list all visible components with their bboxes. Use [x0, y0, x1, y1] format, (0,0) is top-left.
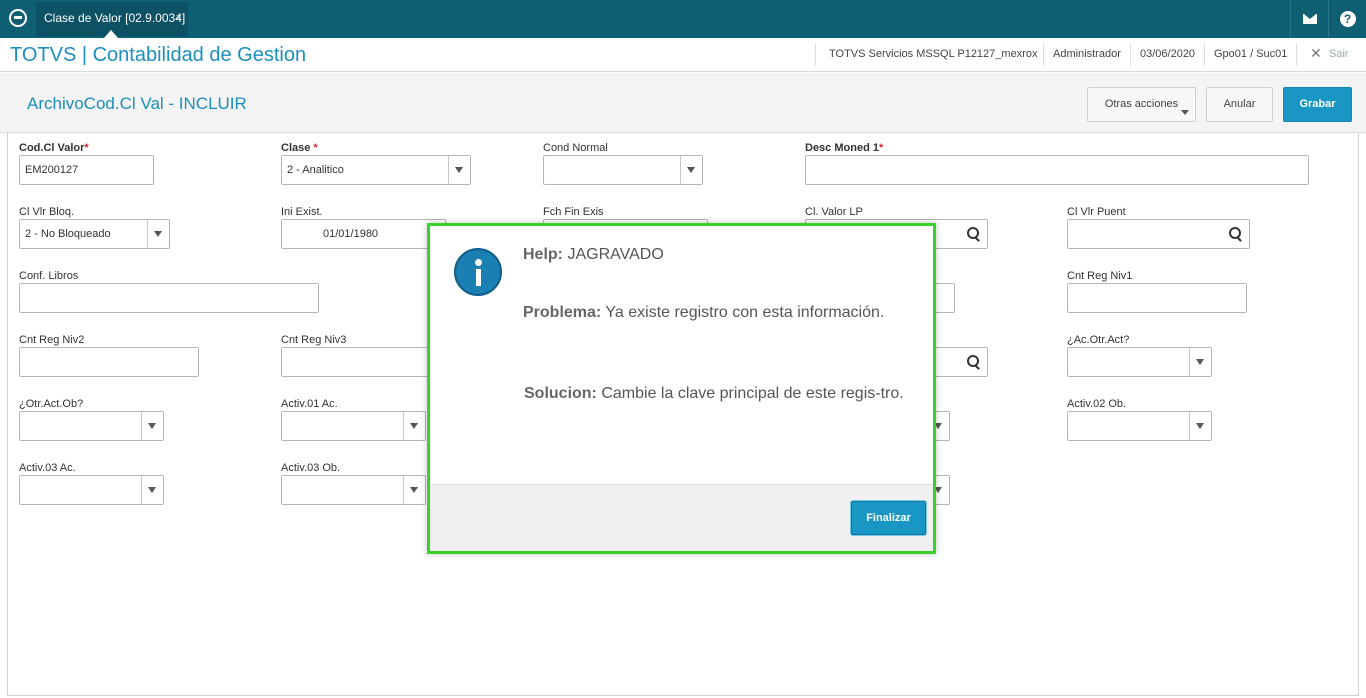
- activ03-ob-label: Activ.03 Ob.: [281, 462, 341, 474]
- search-icon[interactable]: [967, 227, 981, 241]
- chevron-down-icon[interactable]: [448, 156, 470, 184]
- activ02-ob-select[interactable]: [1067, 411, 1212, 441]
- mail-icon: [1302, 14, 1317, 24]
- chevron-down-icon[interactable]: [141, 412, 163, 440]
- cl-vlr-bloq-value: 2 - No Bloqueado: [25, 228, 111, 240]
- help-button[interactable]: ?: [1328, 0, 1366, 38]
- date-info[interactable]: 03/06/2020: [1140, 48, 1195, 60]
- otr-act-ob-label: ¿Otr.Act.Ob?: [19, 398, 84, 410]
- divider: [1296, 44, 1297, 66]
- clase-select[interactable]: 2 - Analitico: [281, 155, 471, 185]
- solucion-message: Solucion: Cambie la clave principal de e…: [524, 385, 904, 402]
- exit-icon[interactable]: ✕: [1310, 45, 1322, 62]
- cnt-reg-niv1-input[interactable]: [1067, 283, 1247, 313]
- cl-vlr-puent-input[interactable]: [1067, 219, 1250, 249]
- otras-acciones-label: Otras acciones: [1104, 98, 1179, 110]
- chevron-down-icon: [1181, 110, 1189, 115]
- cnt-reg-niv1-label: Cnt Reg Niv1: [1067, 270, 1133, 282]
- search-icon[interactable]: [967, 355, 981, 369]
- activ01-ac-select[interactable]: [281, 411, 426, 441]
- conf-libros-input[interactable]: [19, 283, 319, 313]
- activ03-ac-label: Activ.03 Ac.: [19, 462, 76, 474]
- tab-label: Clase de Valor [02.9.0034]: [44, 11, 186, 25]
- form-header: ArchivoCod.Cl Val - INCLUIR Otras accion…: [0, 73, 1366, 133]
- user-info[interactable]: Administrador: [1053, 48, 1121, 60]
- divider: [1130, 44, 1131, 66]
- help-message: Help: JAGRAVADO: [523, 246, 664, 263]
- active-tab-indicator: [104, 30, 118, 38]
- cnt-reg-niv2-label: Cnt Reg Niv2: [19, 334, 85, 346]
- chevron-down-icon[interactable]: [1189, 412, 1211, 440]
- otras-acciones-button[interactable]: Otras acciones: [1087, 87, 1196, 122]
- divider: [1043, 44, 1044, 66]
- desc-moned1-input[interactable]: [805, 155, 1309, 185]
- cod-cl-valor-label: Cod.Cl Valor*: [19, 142, 89, 154]
- exit-button[interactable]: Sair: [1329, 48, 1349, 60]
- help-dialog-footer: Finalizar: [430, 484, 933, 551]
- app-title: TOTVS | Contabilidad de Gestion: [10, 44, 307, 66]
- logo-icon[interactable]: [9, 9, 27, 27]
- cl-vlr-bloq-select[interactable]: 2 - No Bloqueado: [19, 219, 170, 249]
- chevron-down-icon[interactable]: [1189, 348, 1211, 376]
- form-title: ArchivoCod.Cl Val - INCLUIR: [27, 94, 247, 113]
- chevron-down-icon[interactable]: [141, 476, 163, 504]
- anular-button[interactable]: Anular: [1206, 87, 1273, 122]
- ac-otr-act-select[interactable]: [1067, 347, 1212, 377]
- cnt-reg-niv3-label: Cnt Reg Niv3: [281, 334, 347, 346]
- desc-moned1-label: Desc Moned 1*: [805, 142, 884, 154]
- ini-exist-input[interactable]: 01/01/1980: [281, 219, 446, 249]
- cl-valor-lp-label: Cl. Valor LP: [805, 206, 863, 218]
- cond-normal-label: Cond Normal: [543, 142, 608, 154]
- search-icon[interactable]: [1229, 227, 1243, 241]
- top-bar: Clase de Valor [02.9.0034] × ?: [0, 0, 1366, 38]
- finalizar-button[interactable]: Finalizar: [851, 501, 926, 535]
- cnt-reg-niv2-input[interactable]: [19, 347, 199, 377]
- branch-info[interactable]: Gpo01 / Suc01: [1214, 48, 1287, 60]
- server-info: TOTVS Servicios MSSQL P12127_mexrox: [829, 48, 1038, 60]
- help-dialog-body: Help: JAGRAVADO Problema: Ya existe regi…: [430, 226, 933, 551]
- chevron-down-icon[interactable]: [403, 476, 425, 504]
- cod-cl-valor-input[interactable]: EM200127: [19, 155, 154, 185]
- grabar-button[interactable]: Grabar: [1283, 87, 1352, 122]
- mail-button[interactable]: [1290, 0, 1328, 38]
- app-header: TOTVS | Contabilidad de Gestion TOTVS Se…: [0, 38, 1366, 72]
- cl-vlr-bloq-label: Cl Vlr Bloq.: [19, 206, 75, 218]
- otr-act-ob-select[interactable]: [19, 411, 164, 441]
- chevron-down-icon[interactable]: [680, 156, 702, 184]
- activ03-ob-select[interactable]: [281, 475, 426, 505]
- activ03-ac-select[interactable]: [19, 475, 164, 505]
- ac-otr-act-label: ¿Ac.Otr.Act?: [1067, 334, 1130, 346]
- activ01-ac-label: Activ.01 Ac.: [281, 398, 338, 410]
- tab-close-icon[interactable]: ×: [176, 2, 182, 34]
- fch-fin-exis-label: Fch Fin Exis: [543, 206, 604, 218]
- problema-message: Problema: Ya existe registro con esta in…: [523, 304, 885, 321]
- clase-value: 2 - Analitico: [287, 164, 344, 176]
- help-icon: ?: [1339, 11, 1356, 27]
- cl-vlr-puent-label: Cl Vlr Puent: [1067, 206, 1126, 218]
- ini-exist-label: Ini Exist.: [281, 206, 323, 218]
- chevron-down-icon[interactable]: [403, 412, 425, 440]
- activ02-ob-label: Activ.02 Ob.: [1067, 398, 1127, 410]
- clase-label: Clase *: [281, 142, 318, 154]
- help-dialog: Help: JAGRAVADO Problema: Ya existe regi…: [427, 223, 936, 554]
- divider: [815, 44, 816, 66]
- cond-normal-select[interactable]: [543, 155, 703, 185]
- conf-libros-label: Conf. Libros: [19, 270, 79, 282]
- chevron-down-icon[interactable]: [147, 220, 169, 248]
- info-icon: [454, 248, 502, 296]
- divider: [1204, 44, 1205, 66]
